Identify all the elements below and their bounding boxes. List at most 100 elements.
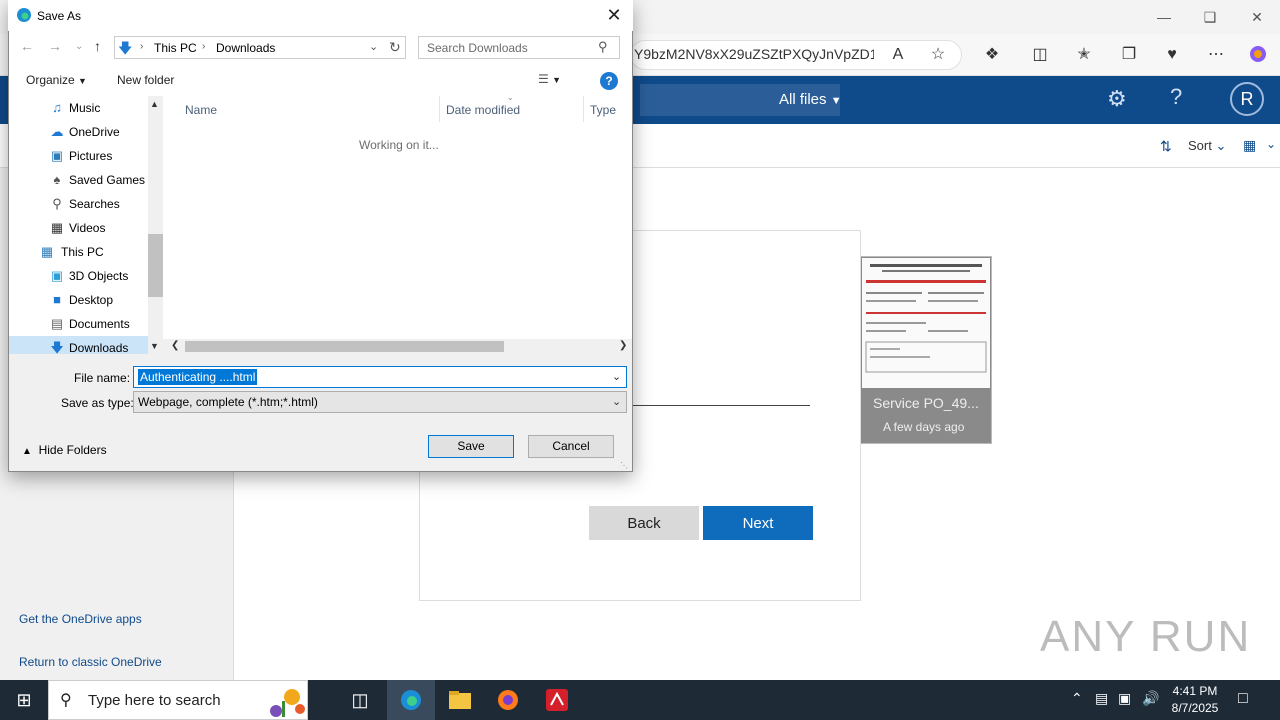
column-header-date[interactable]: Date modified	[446, 103, 520, 117]
sort-indicator-icon: ⌄	[507, 93, 514, 102]
breadcrumb-this-pc[interactable]: This PC	[154, 41, 197, 55]
browser-essentials-icon[interactable]: ♥	[1160, 44, 1184, 66]
recent-locations-chevron-icon[interactable]: ⌄	[75, 41, 83, 52]
next-button[interactable]: Next	[703, 506, 813, 540]
split-screen-icon[interactable]: ◫	[1028, 44, 1052, 66]
taskbar-search-placeholder: Type here to search	[88, 692, 221, 709]
scroll-down-icon[interactable]: ▼	[150, 341, 159, 351]
copilot-icon[interactable]	[1246, 44, 1270, 66]
file-name-value[interactable]: Authenticating ....html	[138, 369, 258, 385]
nav-item-desktop[interactable]: ■ Desktop	[9, 288, 148, 312]
nav-item-downloads[interactable]: 🡇 Downloads	[9, 336, 148, 354]
breadcrumb-dropdown-icon[interactable]: ⌄	[369, 40, 378, 53]
nav-item-pictures[interactable]: ▣ Pictures	[9, 144, 148, 168]
file-name-dropdown-icon[interactable]: ⌄	[612, 370, 621, 383]
video-icon: ▦	[50, 220, 64, 235]
nav-item-music[interactable]: ♫ Music	[9, 96, 148, 120]
column-header-name[interactable]: Name	[185, 103, 217, 117]
desktop-icon: ■	[53, 292, 61, 307]
avatar[interactable]: R	[1230, 82, 1264, 116]
clock-time: 4:41 PM	[1172, 684, 1218, 698]
horizontal-scrollbar-thumb[interactable]	[185, 341, 504, 352]
hide-folders-toggle[interactable]: ▲ Hide Folders	[22, 443, 107, 457]
file-explorer-icon[interactable]	[436, 680, 484, 720]
network-icon[interactable]: ▣	[1118, 690, 1131, 707]
more-menu-icon[interactable]: ⋯	[1204, 44, 1228, 66]
resize-grip-icon[interactable]: ⋱	[620, 461, 628, 470]
restore-icon[interactable]: ❑	[1190, 6, 1230, 28]
new-folder-button[interactable]: New folder	[117, 73, 174, 87]
column-header-type[interactable]: Type	[590, 103, 616, 117]
task-view-icon[interactable]: ◫	[336, 680, 384, 720]
edge-app-icon	[16, 7, 32, 26]
search-placeholder: Search Downloads	[427, 41, 528, 55]
refresh-icon[interactable]: ↻	[389, 39, 401, 56]
breadcrumb-downloads[interactable]: Downloads	[216, 41, 275, 55]
notification-icon[interactable]: □	[1238, 690, 1248, 708]
search-folder-icon: ⚲	[52, 196, 62, 211]
document-icon: ▤	[50, 316, 64, 331]
anyrun-watermark: ANY RUN	[1040, 612, 1252, 661]
collections-icon[interactable]: ❐	[1117, 44, 1141, 66]
back-arrow-icon[interactable]: ←	[20, 38, 34, 54]
save-type-dropdown-icon[interactable]: ⌄	[612, 395, 621, 408]
save-button[interactable]: Save	[428, 435, 514, 458]
settings-gear-icon[interactable]: ⚙	[1107, 86, 1127, 112]
minimize-icon[interactable]: —	[1144, 6, 1184, 28]
column-separator	[439, 96, 440, 122]
nav-item-onedrive[interactable]: ☁ OneDrive	[9, 120, 148, 144]
back-button[interactable]: Back	[589, 506, 699, 540]
windows-start-icon[interactable]: ⊞	[0, 680, 48, 720]
get-onedrive-apps-link[interactable]: Get the OneDrive apps	[19, 612, 142, 626]
nav-scrollbar-thumb[interactable]	[148, 234, 163, 297]
dialog-titlebar	[8, 0, 633, 31]
return-classic-link[interactable]: Return to classic OneDrive	[19, 655, 162, 669]
search-icon: ⚲	[598, 39, 608, 54]
up-arrow-icon[interactable]: ↑	[94, 38, 101, 54]
cloud-icon: ☁	[50, 124, 64, 139]
favorites-icon[interactable]: ✭	[1072, 44, 1096, 66]
clock[interactable]: 4:41 PM 8/7/2025	[1165, 683, 1225, 717]
nav-item-3d-objects[interactable]: ▣ 3D Objects	[9, 264, 148, 288]
tray-chevron-up-icon[interactable]: ⌃	[1071, 690, 1083, 707]
download-folder-icon: 🡇	[118, 40, 133, 56]
tray-device-icon[interactable]: ▤	[1095, 690, 1108, 707]
breadcrumb-separator-icon: ›	[140, 41, 144, 52]
nav-item-videos[interactable]: ▦ Videos	[9, 216, 148, 240]
volume-icon[interactable]: 🔊	[1142, 690, 1159, 707]
help-question-icon[interactable]: ?	[1170, 84, 1182, 110]
view-grid-icon[interactable]: ▦	[1243, 137, 1256, 154]
nav-item-searches[interactable]: ⚲ Searches	[9, 192, 148, 216]
acrobat-icon[interactable]	[533, 680, 581, 720]
column-separator	[583, 96, 584, 122]
scroll-right-icon[interactable]: ❯	[619, 340, 627, 351]
edge-taskbar-icon[interactable]	[387, 680, 435, 720]
download-icon: 🡇	[50, 340, 64, 354]
nav-scrollbar[interactable]	[148, 96, 163, 354]
file-list[interactable]	[163, 96, 632, 339]
change-view-icon[interactable]: ☰ ▼	[538, 72, 561, 86]
read-aloud-icon[interactable]: A	[886, 44, 910, 66]
filter-label: All files ▼	[779, 91, 842, 108]
nav-item-this-pc[interactable]: ▦ This PC	[9, 240, 148, 264]
nav-item-saved-games[interactable]: ♠ Saved Games	[9, 168, 148, 192]
nav-item-documents[interactable]: ▤ Documents	[9, 312, 148, 336]
address-text[interactable]: Y9bzM2NV8xX29uZSZtPXQyJnVpZD1...	[634, 46, 874, 62]
chevron-up-icon: ▲	[22, 446, 32, 457]
extensions-icon[interactable]: ❖	[980, 44, 1004, 66]
sort-button[interactable]: Sort ⌄	[1188, 138, 1226, 154]
help-icon[interactable]: ?	[600, 72, 618, 90]
navigation-pane: ♫ Music ☁ OneDrive ▣ Pictures ♠ Saved Ga…	[9, 96, 148, 354]
window-close-icon[interactable]: ✕	[1237, 6, 1277, 28]
firefox-icon[interactable]	[484, 680, 532, 720]
view-dropdown-chevron-icon[interactable]: ⌄	[1266, 137, 1276, 151]
forward-arrow-icon[interactable]: →	[48, 38, 62, 54]
save-type-select[interactable]: Webpage, complete (*.htm;*.html)	[133, 391, 627, 413]
organize-button[interactable]: Organize ▼	[26, 73, 87, 87]
scroll-up-icon[interactable]: ▲	[150, 99, 159, 109]
dialog-close-icon[interactable]: ✕	[600, 4, 628, 26]
scroll-left-icon[interactable]: ❮	[171, 340, 179, 351]
cancel-button[interactable]: Cancel	[528, 435, 614, 458]
favorite-star-icon[interactable]: ☆	[926, 44, 950, 66]
cube-icon: ▣	[50, 268, 64, 283]
